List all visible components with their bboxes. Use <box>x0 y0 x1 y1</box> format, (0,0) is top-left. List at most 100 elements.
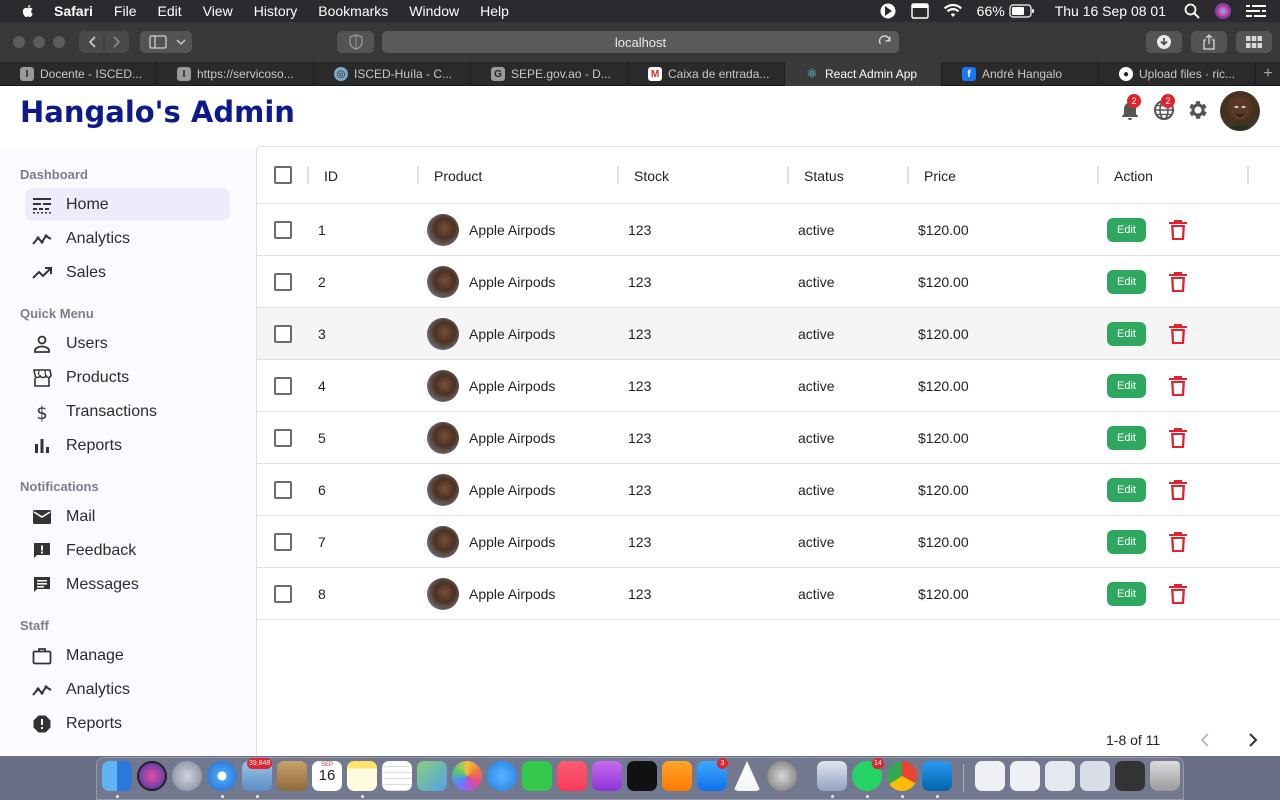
edit-button[interactable]: Edit <box>1107 270 1146 294</box>
safari-icon[interactable] <box>207 761 237 791</box>
column-separator[interactable] <box>1247 166 1249 184</box>
column-separator[interactable] <box>907 166 909 184</box>
sidebar-item-messages[interactable]: Messages <box>25 568 230 601</box>
browser-tab[interactable]: M Caixa de entrada... <box>628 62 785 86</box>
table-row[interactable]: 8 Apple Airpods 123 active $120.00 Edit <box>257 568 1280 620</box>
edit-button[interactable]: Edit <box>1107 322 1146 346</box>
sidebar-item-users[interactable]: Users <box>25 327 230 360</box>
tab-overview-button[interactable] <box>1236 31 1272 53</box>
edit-button[interactable]: Edit <box>1107 530 1146 554</box>
apple-icon[interactable] <box>20 3 36 19</box>
privacy-shield-button[interactable] <box>337 31 374 53</box>
browser-tab-active[interactable]: ⚛ React Admin App <box>785 62 942 86</box>
window-minimize-button[interactable] <box>33 36 45 48</box>
column-separator[interactable] <box>417 166 419 184</box>
column-header-action[interactable]: Action <box>1114 168 1153 184</box>
music-icon[interactable] <box>557 761 587 791</box>
window-zoom-button[interactable] <box>53 36 65 48</box>
launchpad-icon[interactable] <box>172 761 202 791</box>
chrome-icon[interactable] <box>887 761 917 791</box>
siri-icon[interactable] <box>137 761 167 791</box>
spotlight-search-icon[interactable] <box>1184 3 1200 19</box>
table-row[interactable]: 1 Apple Airpods 123 active $120.00 Edit <box>257 204 1280 256</box>
document-thumbnail-icon[interactable] <box>1045 761 1075 791</box>
sidebar-item-sales[interactable]: Sales <box>25 256 230 289</box>
system-preferences-icon[interactable] <box>767 761 797 791</box>
row-checkbox[interactable] <box>274 325 292 343</box>
delete-icon[interactable] <box>1168 323 1188 345</box>
row-checkbox[interactable] <box>274 481 292 499</box>
column-separator[interactable] <box>617 166 619 184</box>
column-header-product[interactable]: Product <box>434 168 482 184</box>
facetime-icon[interactable] <box>522 761 552 791</box>
screen-time-icon[interactable] <box>879 2 897 20</box>
sidebar-item-staff-reports[interactable]: Reports <box>25 707 230 740</box>
edit-button[interactable]: Edit <box>1107 374 1146 398</box>
calendar-icon[interactable]: SEP 16 <box>312 761 342 791</box>
menu-bookmarks[interactable]: Bookmarks <box>318 3 388 19</box>
edit-button[interactable]: Edit <box>1107 218 1146 242</box>
menu-window[interactable]: Window <box>409 3 459 19</box>
delete-icon[interactable] <box>1168 375 1188 397</box>
menu-file[interactable]: File <box>114 3 137 19</box>
table-row[interactable]: 2 Apple Airpods 123 active $120.00 Edit <box>257 256 1280 308</box>
new-tab-button[interactable]: + <box>1256 62 1280 86</box>
row-checkbox[interactable] <box>274 429 292 447</box>
user-avatar[interactable] <box>1220 91 1260 131</box>
table-row[interactable]: 4 Apple Airpods 123 active $120.00 Edit <box>257 360 1280 412</box>
delete-icon[interactable] <box>1168 427 1188 449</box>
browser-tab[interactable]: f André Hangalo <box>942 62 1099 86</box>
wifi-icon[interactable] <box>943 3 963 19</box>
browser-tab[interactable]: Ihttps://servicoso... <box>157 62 314 86</box>
menu-app-safari[interactable]: Safari <box>54 3 93 19</box>
edit-button[interactable]: Edit <box>1107 478 1146 502</box>
settings-gear-icon[interactable] <box>1186 98 1210 122</box>
books-icon[interactable] <box>662 761 692 791</box>
column-header-status[interactable]: Status <box>804 168 844 184</box>
column-header-price[interactable]: Price <box>924 168 956 184</box>
maps-icon[interactable] <box>417 761 447 791</box>
browser-tab[interactable]: ● Upload files · ric... <box>1099 62 1256 86</box>
sidebar-item-home[interactable]: Home <box>25 188 230 221</box>
downloads-button[interactable] <box>1146 31 1182 53</box>
column-header-stock[interactable]: Stock <box>634 168 669 184</box>
sidebar-item-feedback[interactable]: Feedback <box>25 534 230 567</box>
sidebar-item-products[interactable]: Products <box>25 361 230 394</box>
delete-icon[interactable] <box>1168 531 1188 553</box>
browser-tab[interactable]: G SEPE.gov.ao - D... <box>471 62 628 86</box>
menu-view[interactable]: View <box>203 3 233 19</box>
photos-icon[interactable] <box>452 761 482 791</box>
delete-icon[interactable] <box>1168 219 1188 241</box>
previous-page-icon[interactable] <box>1194 729 1216 751</box>
table-row[interactable]: 6 Apple Airpods 123 active $120.00 Edit <box>257 464 1280 516</box>
document-thumbnail-icon[interactable] <box>1080 761 1110 791</box>
reminders-icon[interactable] <box>382 761 412 791</box>
window-icon[interactable] <box>910 3 929 19</box>
reload-icon[interactable] <box>877 34 893 50</box>
edit-button[interactable]: Edit <box>1107 426 1146 450</box>
browser-tab[interactable]: I Docente - ISCED... <box>0 62 157 86</box>
sidebar-item-staff-analytics[interactable]: Analytics <box>25 673 230 706</box>
podcasts-icon[interactable] <box>592 761 622 791</box>
column-header-id[interactable]: ID <box>324 168 338 184</box>
sidebar-item-transactions[interactable]: $ Transactions <box>25 395 230 428</box>
messages-icon[interactable] <box>487 761 517 791</box>
edit-button[interactable]: Edit <box>1107 582 1146 606</box>
preview-icon[interactable] <box>817 761 847 791</box>
vscode-icon[interactable] <box>922 761 952 791</box>
menu-help[interactable]: Help <box>480 3 509 19</box>
document-thumbnail-icon[interactable] <box>1010 761 1040 791</box>
apple-tv-icon[interactable] <box>627 761 657 791</box>
next-page-icon[interactable] <box>1242 729 1264 751</box>
delete-icon[interactable] <box>1168 479 1188 501</box>
sidebar-item-reports[interactable]: Reports <box>25 429 230 462</box>
column-separator[interactable] <box>1097 166 1099 184</box>
sidebar-item-analytics[interactable]: Analytics <box>25 222 230 255</box>
column-separator[interactable] <box>307 166 309 184</box>
document-thumbnail-icon[interactable] <box>975 761 1005 791</box>
sidebar-toggle-button[interactable] <box>140 31 192 53</box>
delete-icon[interactable] <box>1168 583 1188 605</box>
row-checkbox[interactable] <box>274 273 292 291</box>
sidebar-item-manage[interactable]: Manage <box>25 639 230 672</box>
battery-icon[interactable] <box>1009 4 1035 18</box>
